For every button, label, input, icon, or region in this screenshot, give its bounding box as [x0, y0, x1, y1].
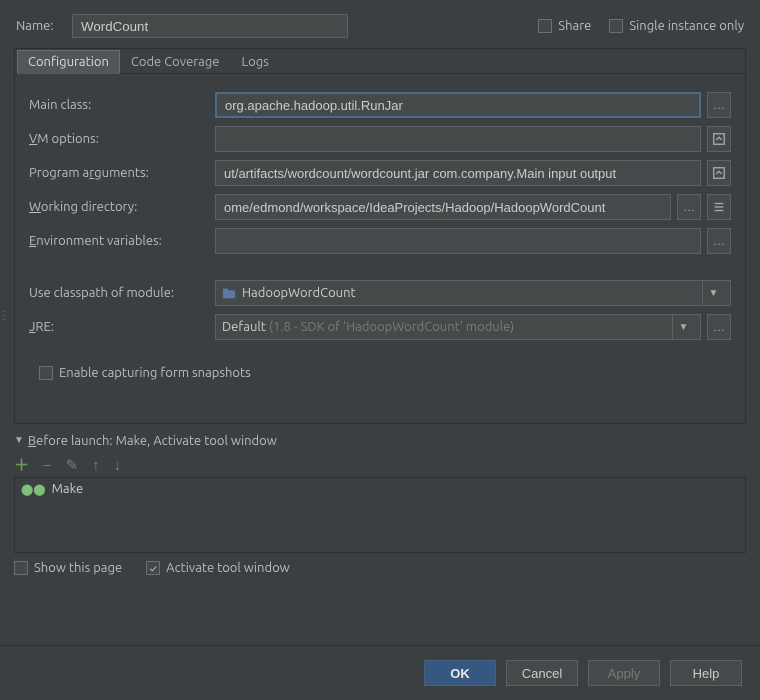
main-class-input[interactable] — [215, 92, 701, 118]
checkbox-box-icon — [609, 19, 623, 33]
module-icon — [222, 286, 236, 300]
env-vars-label: Environment variables: — [29, 234, 209, 248]
tab-configuration[interactable]: Configuration — [17, 50, 120, 74]
checkbox-box-icon — [14, 561, 28, 575]
make-icon: ⬤⬤ — [21, 483, 46, 496]
activate-tool-window-label: Activate tool window — [166, 561, 290, 575]
show-this-page-label: Show this page — [34, 561, 122, 575]
vm-options-input[interactable] — [215, 126, 701, 152]
list-item[interactable]: ⬤⬤ Make — [21, 482, 739, 496]
share-label: Share — [558, 19, 591, 33]
jre-select[interactable]: Default (1.8 - SDK of 'HadoopWordCount' … — [215, 314, 701, 340]
classpath-module-value: HadoopWordCount — [242, 286, 356, 300]
vm-options-label: VM options: — [29, 132, 209, 146]
resize-grip[interactable]: ······ — [2, 310, 6, 322]
program-arguments-label: Program arguments: — [29, 166, 209, 180]
tab-code-coverage[interactable]: Code Coverage — [120, 50, 231, 74]
expand-vm-options-button[interactable] — [707, 126, 731, 152]
activate-tool-window-checkbox[interactable]: ✓ Activate tool window — [146, 561, 290, 575]
jre-label: JRE: — [29, 320, 209, 334]
name-label: Name: — [16, 19, 64, 33]
cancel-button[interactable]: Cancel — [506, 660, 578, 686]
add-step-button[interactable]: ＋ — [14, 454, 29, 475]
single-instance-label: Single instance only — [629, 19, 744, 33]
before-launch-item-label: Make — [52, 482, 84, 496]
checkbox-box-icon — [39, 366, 53, 380]
classpath-label: Use classpath of module: — [29, 286, 209, 300]
ok-button[interactable]: OK — [424, 660, 496, 686]
share-checkbox[interactable]: Share — [538, 19, 591, 33]
browse-jre-button[interactable]: … — [707, 314, 731, 340]
main-class-label: Main class: — [29, 98, 209, 112]
collapse-triangle-icon: ▼ — [14, 434, 24, 446]
classpath-module-select[interactable]: HadoopWordCount ▼ — [215, 280, 731, 306]
enable-snapshots-checkbox[interactable]: Enable capturing form snapshots — [39, 366, 251, 380]
working-directory-label: Working directory: — [29, 200, 209, 214]
jre-value-prefix: Default — [222, 320, 266, 334]
before-launch-header[interactable]: ▼ Before launch: Make, Activate tool win… — [14, 434, 746, 448]
working-directory-input[interactable] — [215, 194, 671, 220]
history-working-dir-button[interactable] — [707, 194, 731, 220]
remove-step-button[interactable]: − — [43, 456, 51, 473]
env-vars-input[interactable] — [215, 228, 701, 254]
show-this-page-checkbox[interactable]: Show this page — [14, 561, 122, 575]
expand-program-args-button[interactable] — [707, 160, 731, 186]
help-button[interactable]: Help — [670, 660, 742, 686]
move-up-button[interactable]: ↑ — [92, 456, 100, 474]
browse-main-class-button[interactable]: … — [707, 92, 731, 118]
browse-env-vars-button[interactable]: … — [707, 228, 731, 254]
browse-working-dir-button[interactable]: … — [677, 194, 701, 220]
enable-snapshots-label: Enable capturing form snapshots — [59, 366, 251, 380]
before-launch-list[interactable]: ⬤⬤ Make — [14, 477, 746, 553]
jre-value-detail: (1.8 - SDK of 'HadoopWordCount' module) — [269, 320, 514, 334]
program-arguments-input[interactable] — [215, 160, 701, 186]
before-launch-title: Before launch: Make, Activate tool windo… — [28, 434, 277, 448]
name-input[interactable] — [72, 14, 348, 38]
chevron-down-icon: ▼ — [672, 315, 694, 339]
checkbox-box-icon: ✓ — [146, 561, 160, 575]
single-instance-checkbox[interactable]: Single instance only — [609, 19, 744, 33]
expand-icon — [712, 166, 726, 180]
apply-button[interactable]: Apply — [588, 660, 660, 686]
list-icon — [712, 200, 726, 214]
tab-logs[interactable]: Logs — [231, 50, 280, 74]
checkbox-box-icon — [538, 19, 552, 33]
expand-icon — [712, 132, 726, 146]
edit-step-button[interactable]: ✎ — [65, 456, 78, 474]
move-down-button[interactable]: ↓ — [114, 456, 122, 474]
chevron-down-icon: ▼ — [702, 281, 724, 305]
